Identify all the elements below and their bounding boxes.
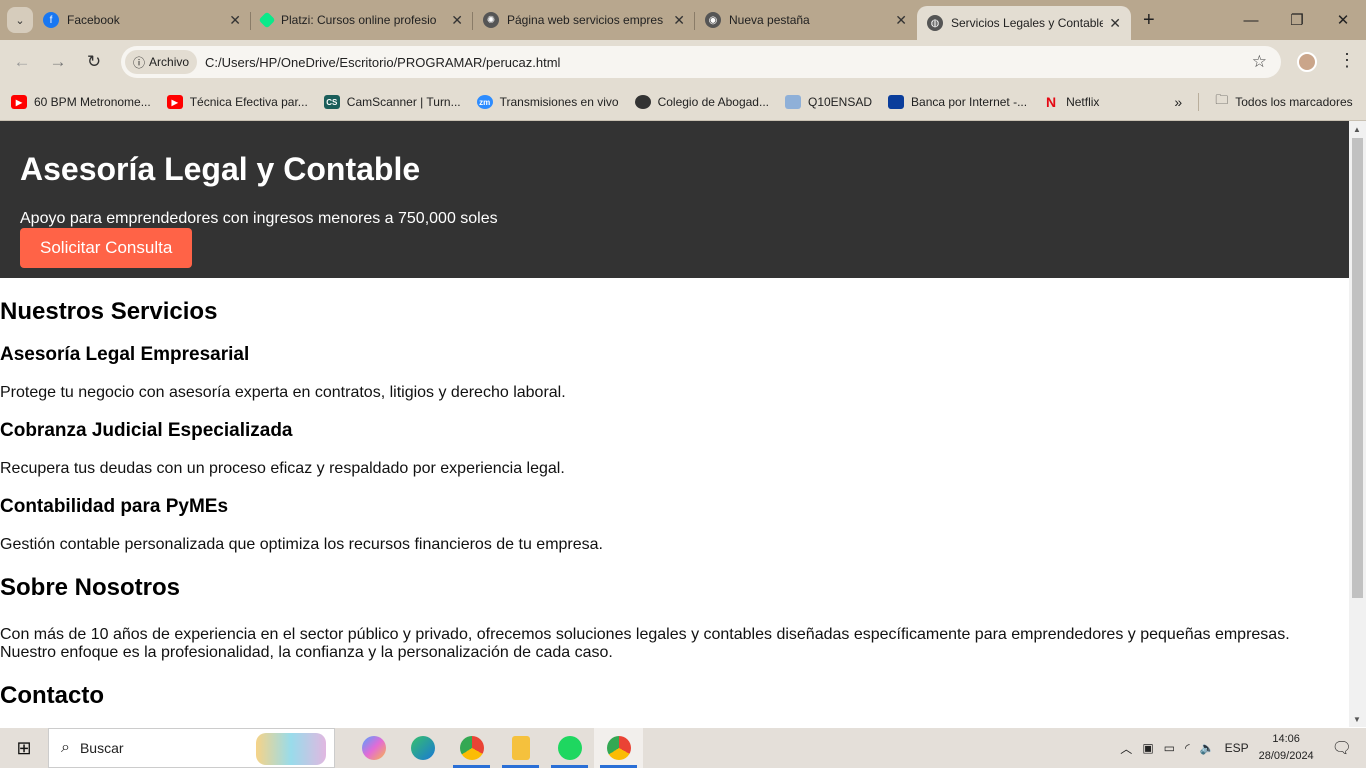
url-text[interactable]: C:/Users/HP/OneDrive/Escritorio/PROGRAMA…: [205, 55, 560, 70]
close-icon[interactable]: ✕: [451, 12, 463, 29]
bookmark-item[interactable]: ▶ Técnica Efectiva par...: [166, 95, 308, 109]
document-icon: [784, 95, 801, 109]
bookmark-item[interactable]: Q10ENSAD: [784, 95, 872, 109]
tab-search-button[interactable]: ⌄: [7, 7, 33, 33]
globe-icon: ◍: [927, 15, 943, 31]
bookmark-item[interactable]: Colegio de Abogad...: [634, 95, 769, 109]
forward-button[interactable]: →: [40, 52, 76, 72]
web-page: Asesoría Legal y Contable Apoyo para emp…: [0, 121, 1349, 727]
tab-facebook[interactable]: f Facebook ✕: [33, 0, 251, 40]
system-tray: ︿ ▣ ▭ ◜ 🔈 ESP 14:06 28/09/2024 🗨: [1120, 728, 1366, 768]
chatgpt-icon: ✺: [483, 12, 499, 28]
browser-toolbar: ← → ↻ ⓘ Archivo C:/Users/HP/OneDrive/Escr…: [0, 40, 1366, 84]
bookmark-item[interactable]: zm Transmisiones en vivo: [476, 95, 619, 109]
bookmark-item[interactable]: CS CamScanner | Turn...: [323, 95, 461, 109]
close-icon[interactable]: ✕: [229, 12, 241, 29]
hero-header: Asesoría Legal y Contable Apoyo para emp…: [0, 121, 1349, 278]
page-title: Asesoría Legal y Contable: [20, 151, 421, 187]
zoom-icon: zm: [476, 95, 493, 109]
chrome-icon: ◉: [705, 12, 721, 28]
info-icon: ⓘ: [133, 55, 146, 70]
facebook-icon: f: [43, 12, 59, 28]
service-description: Gestión contable personalizada que optim…: [0, 536, 603, 553]
windows-start-icon[interactable]: ⊞: [0, 738, 48, 759]
bookmark-item[interactable]: ▶ 60 BPM Metronome...: [11, 95, 151, 109]
tab-strip: ⌄ f Facebook ✕ Platzi: Cursos online profe…: [0, 0, 1366, 40]
profile-avatar[interactable]: [1297, 52, 1317, 72]
edge-app[interactable]: [398, 728, 447, 768]
tab-servicios-legales[interactable]: ◍ Servicios Legales y Contable ✕: [917, 6, 1131, 40]
tab-new-tab[interactable]: ◉ Nueva pestaña ✕: [695, 0, 917, 40]
chrome-profile-app[interactable]: [594, 728, 643, 768]
scroll-down-arrow-icon[interactable]: ▼: [1353, 715, 1361, 724]
service-title: Asesoría Legal Empresarial: [0, 344, 250, 365]
tab-platzi[interactable]: Platzi: Cursos online profesio ✕: [251, 0, 473, 40]
volume-icon[interactable]: 🔈: [1200, 741, 1215, 755]
bookmark-item[interactable]: N Netflix: [1043, 94, 1099, 110]
about-text: Con más de 10 años de experiencia en el …: [0, 626, 1290, 661]
bank-icon: [888, 95, 905, 109]
chrome-icon: [459, 736, 484, 760]
copilot-icon: [361, 736, 386, 760]
spotify-app[interactable]: [545, 728, 594, 768]
youtube-icon: ▶: [11, 95, 27, 109]
youtube-icon: ▶: [166, 95, 183, 109]
notifications-icon[interactable]: 🗨: [1332, 738, 1352, 758]
wifi-icon[interactable]: ◜: [1185, 741, 1190, 755]
service-description: Recupera tus deudas con un proceso efica…: [0, 460, 565, 477]
netflix-icon: N: [1046, 94, 1057, 110]
search-icon: ⌕: [61, 739, 70, 756]
edge-icon: [410, 736, 435, 760]
meet-now-icon[interactable]: ▣: [1142, 741, 1153, 755]
new-tab-button[interactable]: +: [1143, 9, 1155, 32]
platzi-icon: [258, 11, 276, 29]
scroll-up-arrow-icon[interactable]: ▲: [1353, 125, 1361, 134]
all-bookmarks-button[interactable]: 🗀 Todos los marcadores: [1215, 91, 1352, 113]
service-title: Cobranza Judicial Especializada: [0, 420, 293, 441]
more-bookmarks-chevron-icon[interactable]: »: [1174, 94, 1182, 110]
clock[interactable]: 14:06 28/09/2024: [1259, 731, 1314, 765]
close-window-button[interactable]: ✕: [1320, 0, 1366, 40]
file-explorer-app[interactable]: [496, 728, 545, 768]
site-info-chip[interactable]: ⓘ Archivo: [125, 50, 198, 74]
folder-icon: [511, 736, 530, 760]
scrollbar-thumb[interactable]: [1352, 138, 1363, 598]
back-button[interactable]: ←: [4, 52, 40, 72]
spotify-icon: [557, 736, 582, 760]
close-icon[interactable]: ✕: [673, 12, 685, 29]
minimize-button[interactable]: —: [1228, 0, 1274, 40]
service-description: Protege tu negocio con asesoría experta …: [0, 384, 566, 401]
request-consultation-button[interactable]: Solicitar Consulta: [20, 228, 193, 268]
menu-kebab-icon[interactable]: ⋮: [1338, 50, 1356, 71]
restore-button[interactable]: ❐: [1274, 0, 1320, 40]
chrome-icon: [606, 736, 631, 760]
globe-icon: [634, 95, 651, 109]
taskbar-search[interactable]: ⌕ Buscar: [48, 728, 335, 768]
about-heading: Sobre Nosotros: [0, 574, 181, 601]
chrome-app[interactable]: [447, 728, 496, 768]
show-hidden-icons-chevron-icon[interactable]: ︿: [1120, 740, 1132, 757]
divider: [1198, 93, 1200, 111]
contact-heading: Contacto: [0, 682, 104, 709]
bookmark-star-icon[interactable]: ☆: [1252, 52, 1267, 72]
hero-subtitle: Apoyo para emprendedores con ingresos me…: [20, 210, 498, 227]
reload-button[interactable]: ↻: [76, 52, 112, 72]
bookmarks-bar: ▶ 60 BPM Metronome... ▶ Técnica Efectiva p…: [0, 84, 1366, 121]
bookmark-item[interactable]: Banca por Internet -...: [888, 95, 1027, 109]
language-indicator[interactable]: ESP: [1225, 741, 1249, 755]
battery-icon[interactable]: ▭: [1164, 741, 1175, 755]
close-icon[interactable]: ✕: [1109, 15, 1121, 32]
windows-taskbar: ⊞ ⌕ Buscar ︿ ▣ ▭ ◜ 🔈 ESP 14:06 28/09/2024 …: [0, 728, 1366, 768]
services-heading: Nuestros Servicios: [0, 298, 218, 325]
camscanner-icon: CS: [323, 95, 340, 109]
folder-icon: 🗀: [1215, 92, 1229, 107]
close-icon[interactable]: ✕: [895, 12, 907, 29]
address-bar[interactable]: ⓘ Archivo C:/Users/HP/OneDrive/Escritorio…: [121, 46, 1281, 78]
vertical-scrollbar[interactable]: ▲ ▼: [1349, 121, 1366, 727]
copilot-app[interactable]: [349, 728, 398, 768]
tab-chatgpt[interactable]: ✺ Página web servicios empres ✕: [473, 0, 695, 40]
search-highlight-image: [256, 733, 326, 765]
service-title: Contabilidad para PyMEs: [0, 496, 229, 517]
